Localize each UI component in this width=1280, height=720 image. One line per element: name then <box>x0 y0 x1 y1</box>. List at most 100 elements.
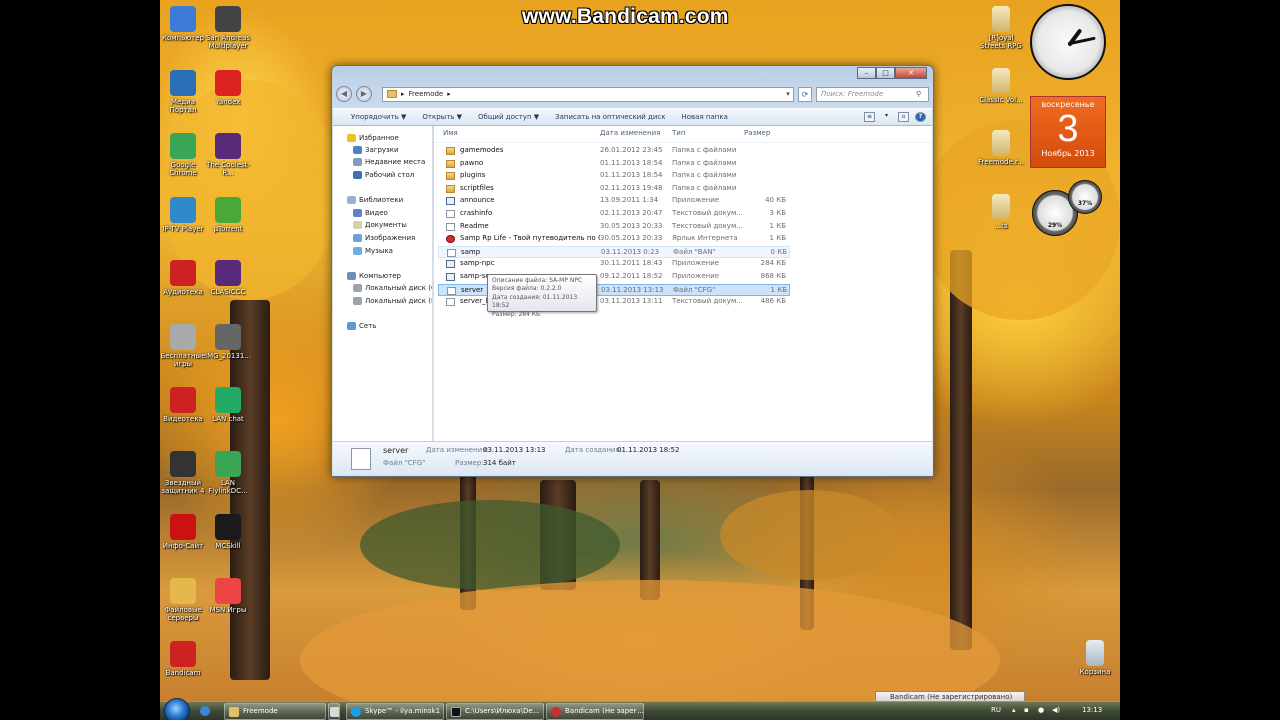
nav-item[interactable]: Документы <box>353 219 407 231</box>
file-date: 03.11.2013 13:13 <box>601 285 664 294</box>
file-size: 1 КБ <box>769 221 786 230</box>
taskbar-item-explorer[interactable]: Freemode <box>224 703 326 720</box>
nav-item[interactable]: Сеть <box>347 320 376 332</box>
forward-button[interactable]: ▶ <box>356 86 372 102</box>
column-header-date[interactable]: Дата изменения <box>600 129 660 141</box>
chevron-down-icon[interactable]: ▾ <box>881 112 892 122</box>
open-button[interactable]: Открыть ▼ <box>414 113 470 121</box>
nav-item[interactable]: Рабочий стол <box>353 169 414 181</box>
new-folder-button[interactable]: Новая папка <box>674 113 736 121</box>
navigation-pane: Избранное Загрузки Недавние места Рабочий с… <box>333 126 433 442</box>
desktop-icon[interactable]: CLASICCC <box>203 260 253 296</box>
desktop-icon[interactable]: MSN Игры <box>203 577 253 614</box>
nav-item[interactable]: Загрузки <box>353 144 399 156</box>
network-icon[interactable]: ▪ <box>1024 706 1029 714</box>
media-player-pin[interactable] <box>328 703 340 720</box>
search-icon[interactable]: ⚲ <box>916 88 928 101</box>
file-row[interactable]: Readme 30.05.2013 20:33 Текстовый докум...… <box>438 221 790 233</box>
desktop-icon[interactable]: Компьютер <box>158 6 208 42</box>
taskbar-item-cmd[interactable]: C:\Users\Илюха\De... <box>446 703 544 720</box>
calendar-gadget[interactable]: воскресенье 3 Ноябрь 2013 <box>1030 96 1106 168</box>
nav-item[interactable]: Компьютер <box>347 270 401 282</box>
foliage <box>720 490 900 580</box>
desktop-icon[interactable]: Медиа Портал <box>158 69 208 114</box>
nav-item[interactable]: Избранное <box>347 132 399 144</box>
desktop-icon[interactable]: LAN chat <box>203 387 253 423</box>
desktop-icon[interactable]: µTorrent <box>203 196 253 233</box>
desktop-icon[interactable]: The Coolest-R... <box>203 133 253 177</box>
desktop-icon[interactable]: Бесплатные игры <box>158 323 208 368</box>
desktop-icon[interactable]: Инфо-Сайт <box>158 514 208 550</box>
nav-item[interactable]: Библиотеки <box>347 194 403 206</box>
file-row[interactable]: gamemodes 26.01.2012 23:45 Папка с файлами <box>438 145 790 157</box>
desktop-icon[interactable]: Classic Vol... <box>976 68 1026 104</box>
file-row[interactable]: announce 13.09.2011 1:34 Приложение 40 КБ <box>438 195 790 207</box>
tray-arrow-icon[interactable]: ▴ <box>1012 706 1016 714</box>
memory-gauge[interactable]: 37% <box>1068 180 1102 214</box>
breadcrumb[interactable]: Freemode <box>409 90 444 98</box>
explorer-window[interactable]: – □ ✕ ◀ ▶ ▸ Freemode ▸ ▾ ⟳ Поиск: Freemo… <box>331 65 934 477</box>
desktop-icon[interactable]: Google Chrome <box>158 133 208 177</box>
nav-item[interactable]: Локальный диск (D:) <box>353 295 432 307</box>
bandicam-icon <box>551 707 561 717</box>
minimize-button[interactable]: – <box>857 67 876 79</box>
clock-gadget[interactable] <box>1030 4 1106 80</box>
nav-item[interactable]: Видео <box>353 207 388 219</box>
column-header-type[interactable]: Тип <box>672 129 685 141</box>
nav-item[interactable]: Музыка <box>353 245 393 257</box>
file-type: Текстовый докум... <box>672 209 742 217</box>
file-row[interactable]: pawno 01.11.2013 18:54 Папка с файлами <box>438 158 790 170</box>
column-header-size[interactable]: Размер <box>744 129 770 141</box>
search-input[interactable]: Поиск: Freemode ⚲ <box>816 86 929 102</box>
burn-button[interactable]: Записать на оптический диск <box>547 113 673 121</box>
nav-item-label: Недавние места <box>365 158 426 166</box>
column-header-name[interactable]: Имя <box>443 129 458 141</box>
refresh-button[interactable]: ⟳ <box>798 86 812 102</box>
back-button[interactable]: ◀ <box>336 86 352 102</box>
start-button[interactable] <box>164 698 190 720</box>
desktop-icon[interactable]: Yandex <box>203 69 253 106</box>
desktop-icon[interactable]: Freemode.r... <box>976 130 1026 166</box>
preview-pane-icon[interactable]: ▫ <box>898 112 909 122</box>
file-row[interactable]: samp-npc 30.11.2011 18:43 Приложение 284 КБ <box>438 258 790 270</box>
file-row[interactable]: plugins 01.11.2013 18:54 Папка с файлами <box>438 170 790 182</box>
desktop-icon[interactable]: IP-TV Player <box>158 196 208 233</box>
share-button[interactable]: Общий доступ ▼ <box>470 113 547 121</box>
file-row[interactable]: crashinfo 02.11.2013 20:47 Текстовый докум… <box>438 208 790 220</box>
desktop-icon[interactable]: Файловые серверы <box>158 577 208 622</box>
close-button[interactable]: ✕ <box>895 67 927 79</box>
desktop-icon[interactable]: Звездный защитник 4 <box>158 450 208 495</box>
nav-item[interactable]: Изображения <box>353 232 415 244</box>
organize-button[interactable]: Упорядочить ▼ <box>343 113 414 121</box>
desktop-icon[interactable]: [R]oyal Streets RPG <box>976 6 1026 50</box>
ie-pin[interactable] <box>196 703 210 720</box>
desktop-icon[interactable]: ...ts <box>976 194 1026 230</box>
chevron-down-icon[interactable]: ▾ <box>783 90 793 98</box>
language-indicator[interactable]: RU <box>991 706 1001 714</box>
taskbar-item-label: Skype™ - ilya.minsk1 <box>365 707 441 715</box>
view-options-icon[interactable]: ≡ <box>864 112 875 122</box>
desktop-icon[interactable]: Корзина <box>1070 640 1120 676</box>
desktop-icon[interactable]: Аудиотека <box>158 260 208 296</box>
desktop-icon[interactable]: San Andreas Multiplayer <box>203 6 253 50</box>
clock-time[interactable]: 13:13 <box>1082 706 1102 714</box>
help-icon[interactable]: ? <box>915 112 926 122</box>
desktop-icon[interactable]: LAN FlylinkDC... <box>203 450 253 495</box>
file-name: samp <box>461 247 481 256</box>
file-row[interactable]: samp 03.11.2013 0:23 Файл "BAN" 0 КБ <box>438 245 790 258</box>
details-pane: server Файл "CFG" Дата изменения: 03.11.… <box>333 441 932 475</box>
desktop-icon[interactable]: MCSkill <box>203 514 253 550</box>
taskbar-item-skype[interactable]: Skype™ - ilya.minsk1 <box>346 703 444 720</box>
file-row[interactable]: Samp Rp Life - Твой путеводитель по G...… <box>438 233 790 245</box>
volume-icon[interactable]: ◀) <box>1052 706 1060 714</box>
maximize-button[interactable]: □ <box>876 67 895 79</box>
desktop-icon[interactable]: Bandicam <box>158 641 208 677</box>
taskbar-item-bandicam[interactable]: Bandicam (Не зарег... <box>546 703 644 720</box>
address-bar[interactable]: ▸ Freemode ▸ ▾ <box>382 86 794 102</box>
antivirus-icon[interactable]: ● <box>1038 706 1044 714</box>
file-row[interactable]: scriptfiles 02.11.2013 19:48 Папка с файла… <box>438 183 790 195</box>
desktop-icon[interactable]: Видеотека <box>158 387 208 423</box>
desktop-icon[interactable]: IMG_20131... <box>203 323 253 360</box>
nav-item[interactable]: Недавние места <box>353 156 425 168</box>
nav-item[interactable]: Локальный диск (C:) <box>353 282 432 294</box>
